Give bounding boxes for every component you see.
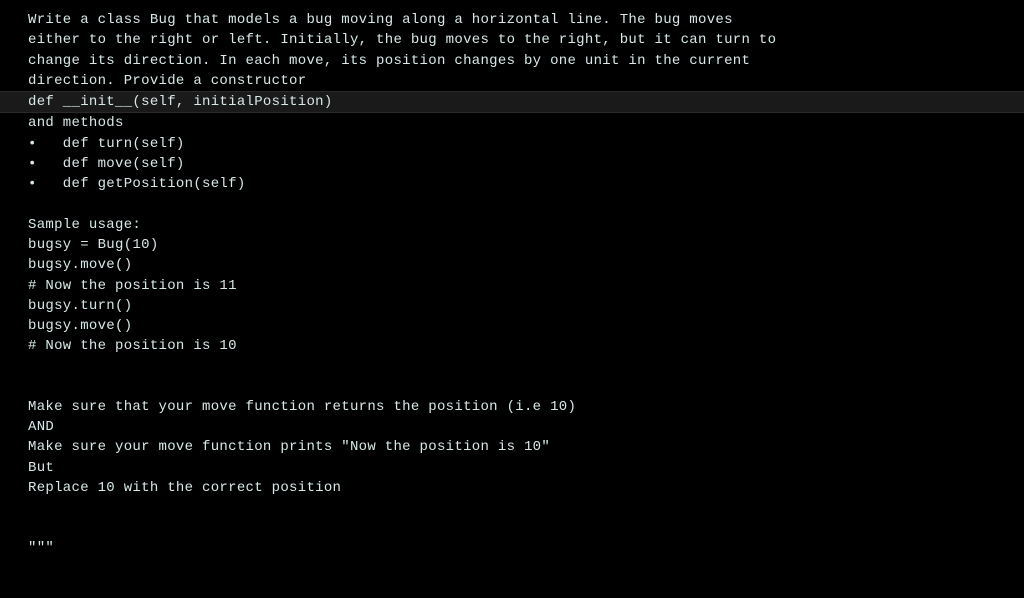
line-content[interactable]: # Now the position is 11: [28, 276, 1024, 296]
line-content[interactable]: AND: [28, 417, 1024, 437]
line-number-gutter: [0, 377, 28, 397]
line-number-gutter: [0, 458, 28, 478]
line-number-gutter: [0, 538, 28, 558]
line-number-gutter: [0, 397, 28, 417]
code-line[interactable]: • def getPosition(self): [0, 174, 1024, 194]
code-line[interactable]: [0, 518, 1024, 538]
line-content[interactable]: Write a class Bug that models a bug movi…: [28, 10, 1024, 30]
line-number-gutter: [0, 174, 28, 194]
line-content[interactable]: [28, 498, 1024, 518]
code-line[interactable]: Make sure your move function prints "Now…: [0, 437, 1024, 457]
line-number-gutter: [0, 113, 28, 133]
line-content[interactable]: Sample usage:: [28, 215, 1024, 235]
line-content[interactable]: bugsy.turn(): [28, 296, 1024, 316]
line-content[interactable]: [28, 357, 1024, 377]
line-content[interactable]: direction. Provide a constructor: [28, 71, 1024, 91]
line-number-gutter: [0, 437, 28, 457]
line-number-gutter: [0, 276, 28, 296]
line-content[interactable]: But: [28, 458, 1024, 478]
line-number-gutter: [0, 71, 28, 91]
code-line[interactable]: • def turn(self): [0, 134, 1024, 154]
code-line[interactable]: • def move(self): [0, 154, 1024, 174]
code-line[interactable]: [0, 357, 1024, 377]
line-number-gutter: [0, 478, 28, 498]
code-line[interactable]: either to the right or left. Initially, …: [0, 30, 1024, 50]
code-line[interactable]: Write a class Bug that models a bug movi…: [0, 10, 1024, 30]
line-content[interactable]: bugsy.move(): [28, 255, 1024, 275]
line-number-gutter: [0, 30, 28, 50]
code-line[interactable]: Make sure that your move function return…: [0, 397, 1024, 417]
line-number-gutter: [0, 92, 28, 112]
code-line[interactable]: Sample usage:: [0, 215, 1024, 235]
line-content[interactable]: def __init__(self, initialPosition): [28, 92, 1024, 112]
line-number-gutter: [0, 296, 28, 316]
line-content[interactable]: bugsy.move(): [28, 316, 1024, 336]
line-number-gutter: [0, 154, 28, 174]
line-content[interactable]: either to the right or left. Initially, …: [28, 30, 1024, 50]
code-line[interactable]: bugsy = Bug(10): [0, 235, 1024, 255]
line-number-gutter: [0, 51, 28, 71]
code-line[interactable]: """: [0, 538, 1024, 558]
code-line[interactable]: bugsy.turn(): [0, 296, 1024, 316]
code-line[interactable]: and methods: [0, 113, 1024, 133]
line-number-gutter: [0, 498, 28, 518]
line-number-gutter: [0, 195, 28, 215]
line-content[interactable]: [28, 195, 1024, 215]
line-number-gutter: [0, 316, 28, 336]
line-number-gutter: [0, 336, 28, 356]
code-line[interactable]: [0, 377, 1024, 397]
line-content[interactable]: and methods: [28, 113, 1024, 133]
line-content[interactable]: Replace 10 with the correct position: [28, 478, 1024, 498]
line-content[interactable]: Make sure that your move function return…: [28, 397, 1024, 417]
line-content[interactable]: • def move(self): [28, 154, 1024, 174]
code-line[interactable]: # Now the position is 11: [0, 276, 1024, 296]
line-number-gutter: [0, 518, 28, 538]
line-content[interactable]: """: [28, 538, 1024, 558]
code-line[interactable]: [0, 498, 1024, 518]
code-line[interactable]: def __init__(self, initialPosition): [0, 91, 1024, 113]
line-content[interactable]: # Now the position is 10: [28, 336, 1024, 356]
line-content[interactable]: • def turn(self): [28, 134, 1024, 154]
code-line[interactable]: change its direction. In each move, its …: [0, 51, 1024, 71]
code-line[interactable]: Replace 10 with the correct position: [0, 478, 1024, 498]
code-line[interactable]: AND: [0, 417, 1024, 437]
code-line[interactable]: But: [0, 458, 1024, 478]
code-line[interactable]: direction. Provide a constructor: [0, 71, 1024, 91]
line-number-gutter: [0, 134, 28, 154]
line-content[interactable]: Make sure your move function prints "Now…: [28, 437, 1024, 457]
line-number-gutter: [0, 357, 28, 377]
line-content[interactable]: • def getPosition(self): [28, 174, 1024, 194]
code-editor[interactable]: Write a class Bug that models a bug movi…: [0, 10, 1024, 559]
code-line[interactable]: # Now the position is 10: [0, 336, 1024, 356]
line-number-gutter: [0, 215, 28, 235]
line-number-gutter: [0, 235, 28, 255]
code-line[interactable]: bugsy.move(): [0, 255, 1024, 275]
code-line[interactable]: [0, 195, 1024, 215]
line-content[interactable]: change its direction. In each move, its …: [28, 51, 1024, 71]
line-number-gutter: [0, 255, 28, 275]
code-line[interactable]: bugsy.move(): [0, 316, 1024, 336]
line-number-gutter: [0, 417, 28, 437]
line-content[interactable]: [28, 518, 1024, 538]
line-number-gutter: [0, 10, 28, 30]
line-content[interactable]: bugsy = Bug(10): [28, 235, 1024, 255]
line-content[interactable]: [28, 377, 1024, 397]
